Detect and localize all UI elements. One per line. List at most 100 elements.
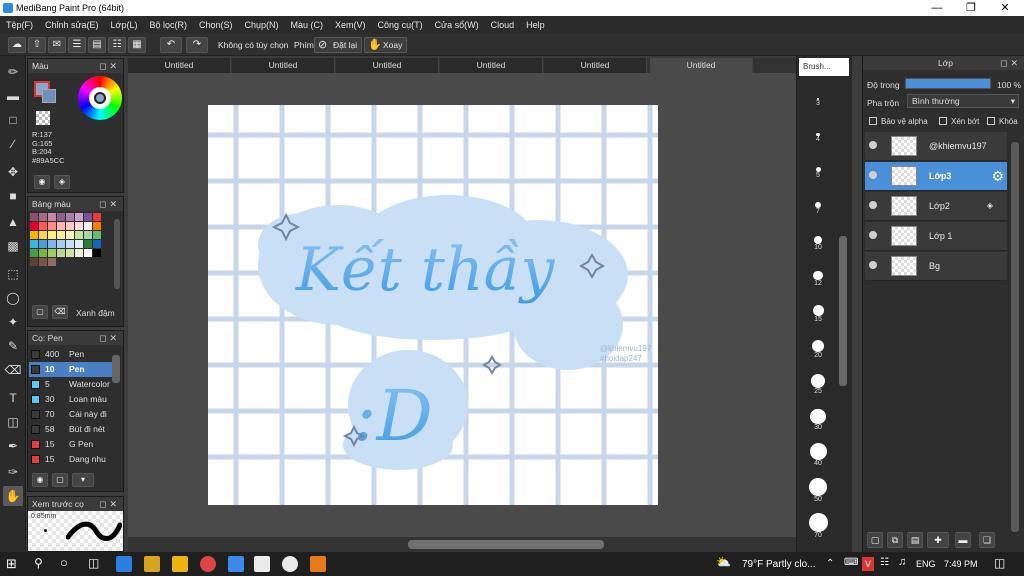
gear-icon[interactable]: ⚙ [991, 168, 1004, 185]
palette-swatch[interactable] [48, 258, 56, 266]
tab-untitled-3[interactable]: Untitled [336, 58, 439, 73]
brush-item[interactable]: 10 Pen [29, 362, 112, 377]
panel-controls-icon[interactable]: ◻✕ [99, 331, 120, 345]
tab-untitled-1[interactable]: Untitled [128, 58, 231, 73]
opacity-slider[interactable] [905, 78, 991, 89]
palette-swatch[interactable] [75, 249, 83, 257]
chrome-icon[interactable] [200, 556, 216, 572]
brush-menu-icon[interactable]: ▾ [72, 473, 94, 487]
menu-help[interactable]: Help [520, 16, 551, 34]
lock-checkbox[interactable] [987, 117, 995, 125]
palette-swatch[interactable] [66, 249, 74, 257]
rect-tool-icon[interactable]: □ [3, 110, 23, 130]
palette-swatch[interactable] [93, 222, 101, 230]
eyedropper2-icon[interactable]: ✑ [3, 462, 23, 482]
palette-swatch[interactable] [84, 213, 92, 221]
background-color-swatch[interactable] [42, 89, 56, 103]
palette-swatch[interactable] [57, 213, 65, 221]
palette-swatch[interactable] [39, 231, 47, 239]
palette-swatch[interactable] [66, 231, 74, 239]
brush-item[interactable]: 58 Bút đi nét [29, 422, 112, 437]
palette-swatch[interactable] [93, 240, 101, 248]
palette-swatch[interactable] [84, 240, 92, 248]
gradient-tool-icon[interactable]: ▩ [3, 236, 23, 256]
eraser-tool-icon[interactable]: ▬ [3, 86, 23, 106]
menu-edit[interactable]: Chỉnh sửa(E) [39, 16, 105, 34]
file-explorer-icon[interactable] [144, 556, 160, 572]
brush-item[interactable]: 15 Dang nhu [29, 452, 112, 467]
palette-swatch[interactable] [48, 249, 56, 257]
layer-row-lop1[interactable]: Lớp 1 [865, 222, 1007, 251]
palette-swatch[interactable] [39, 249, 47, 257]
layer-scrollbar[interactable] [1011, 142, 1019, 532]
task-view-icon[interactable]: ◫ [88, 556, 99, 570]
palette-swatch[interactable] [30, 222, 38, 230]
transparent-swatch[interactable] [36, 111, 50, 125]
menu-cloud[interactable]: Cloud [485, 16, 521, 34]
palette-swatch[interactable] [57, 249, 65, 257]
palette-swatch[interactable] [48, 222, 56, 230]
windows-start-icon[interactable]: ⊞ [6, 556, 17, 572]
palette-swatch[interactable] [75, 222, 83, 230]
palette-swatch[interactable] [84, 231, 92, 239]
select-eraser-icon[interactable]: ⌫ [3, 360, 23, 380]
menu-snap[interactable]: Chụp(N) [239, 16, 285, 34]
select-rect-icon[interactable]: ⬚ [3, 264, 23, 284]
tab-untitled-5[interactable]: Untitled [544, 58, 647, 73]
eyedropper-tool-icon[interactable]: ✒ [3, 436, 23, 456]
folder-app-icon[interactable] [172, 556, 188, 572]
panel-tool-icon[interactable]: ◫ [3, 412, 23, 432]
color-picker-icon[interactable]: ◈ [54, 175, 70, 189]
palette-swatch[interactable] [57, 240, 65, 248]
add-layer-menu-icon[interactable]: ✚ [927, 532, 949, 548]
palette-swatch[interactable] [84, 249, 92, 257]
brush-item[interactable]: 70 Cái này đi [29, 407, 112, 422]
tab-untitled-6[interactable]: Untitled [650, 58, 753, 73]
palette-swatch[interactable] [48, 213, 56, 221]
tab-untitled-4[interactable]: Untitled [440, 58, 543, 73]
layer-row-bg[interactable]: Bg [865, 252, 1007, 281]
rotate-button[interactable]: ✋ Xoay [364, 37, 408, 53]
color-wheel[interactable] [78, 76, 122, 120]
merge-layer-icon[interactable]: ❏ [979, 532, 995, 548]
fill-tool-icon[interactable]: ■ [3, 186, 23, 206]
cortana-icon[interactable]: ○ [60, 555, 68, 570]
brush-item[interactable]: 400 Pen [29, 347, 112, 362]
antivirus-icon[interactable]: V [862, 557, 874, 571]
palette-scrollbar[interactable] [114, 219, 120, 289]
layer-row-lop3[interactable]: Lớp3 ⚙ [865, 162, 1007, 191]
palette-swatch[interactable] [39, 258, 47, 266]
color-mode-icon[interactable]: ◉ [34, 175, 50, 189]
brush-size-option[interactable]: 4 [804, 116, 832, 143]
clock[interactable]: 7:49 PM [944, 559, 978, 569]
eye-icon[interactable] [869, 171, 877, 179]
menu-tools[interactable]: Công cụ(T) [372, 16, 429, 34]
brush-item[interactable]: 30 Loan màu [29, 392, 112, 407]
search-icon[interactable]: ⚲ [34, 556, 43, 570]
brush-size-option[interactable]: 30 [804, 404, 832, 431]
panel-controls-icon[interactable]: ◻✕ [99, 197, 120, 211]
new-layer-icon[interactable]: ▢ [867, 532, 883, 548]
list-icon[interactable]: ☷ [108, 37, 126, 53]
brush-size-option[interactable]: 3 [804, 80, 832, 107]
palette-swatch[interactable] [39, 222, 47, 230]
edge-icon[interactable] [116, 556, 132, 572]
upload-icon[interactable]: ⇧ [28, 37, 46, 53]
menu-color[interactable]: Màu (C) [285, 16, 330, 34]
eye-icon[interactable] [869, 201, 877, 209]
brush-item[interactable]: 5 Watercolor [29, 377, 112, 392]
panel-controls-icon[interactable]: ◻✕ [99, 59, 120, 73]
palette-swatch[interactable] [57, 222, 65, 230]
reset-button[interactable]: ⊘ Đặt lại [314, 37, 363, 53]
lasso-tool-icon[interactable]: ◯ [3, 288, 23, 308]
brush-size-scrollbar[interactable] [839, 236, 847, 386]
grid-icon[interactable]: ▦ [128, 37, 146, 53]
palette-swatch[interactable] [93, 231, 101, 239]
cloud-icon[interactable]: ☁ [8, 37, 26, 53]
blend-mode-select[interactable]: Bình thường ▾ [907, 94, 1019, 108]
undo-icon[interactable]: ↶ [160, 37, 182, 53]
new-palette-icon[interactable]: ▢ [32, 305, 48, 319]
text-tool-icon[interactable]: T [3, 388, 23, 408]
network-icon[interactable]: ☷ [880, 557, 889, 568]
duplicate-layer-icon[interactable]: ▤ [907, 532, 923, 548]
